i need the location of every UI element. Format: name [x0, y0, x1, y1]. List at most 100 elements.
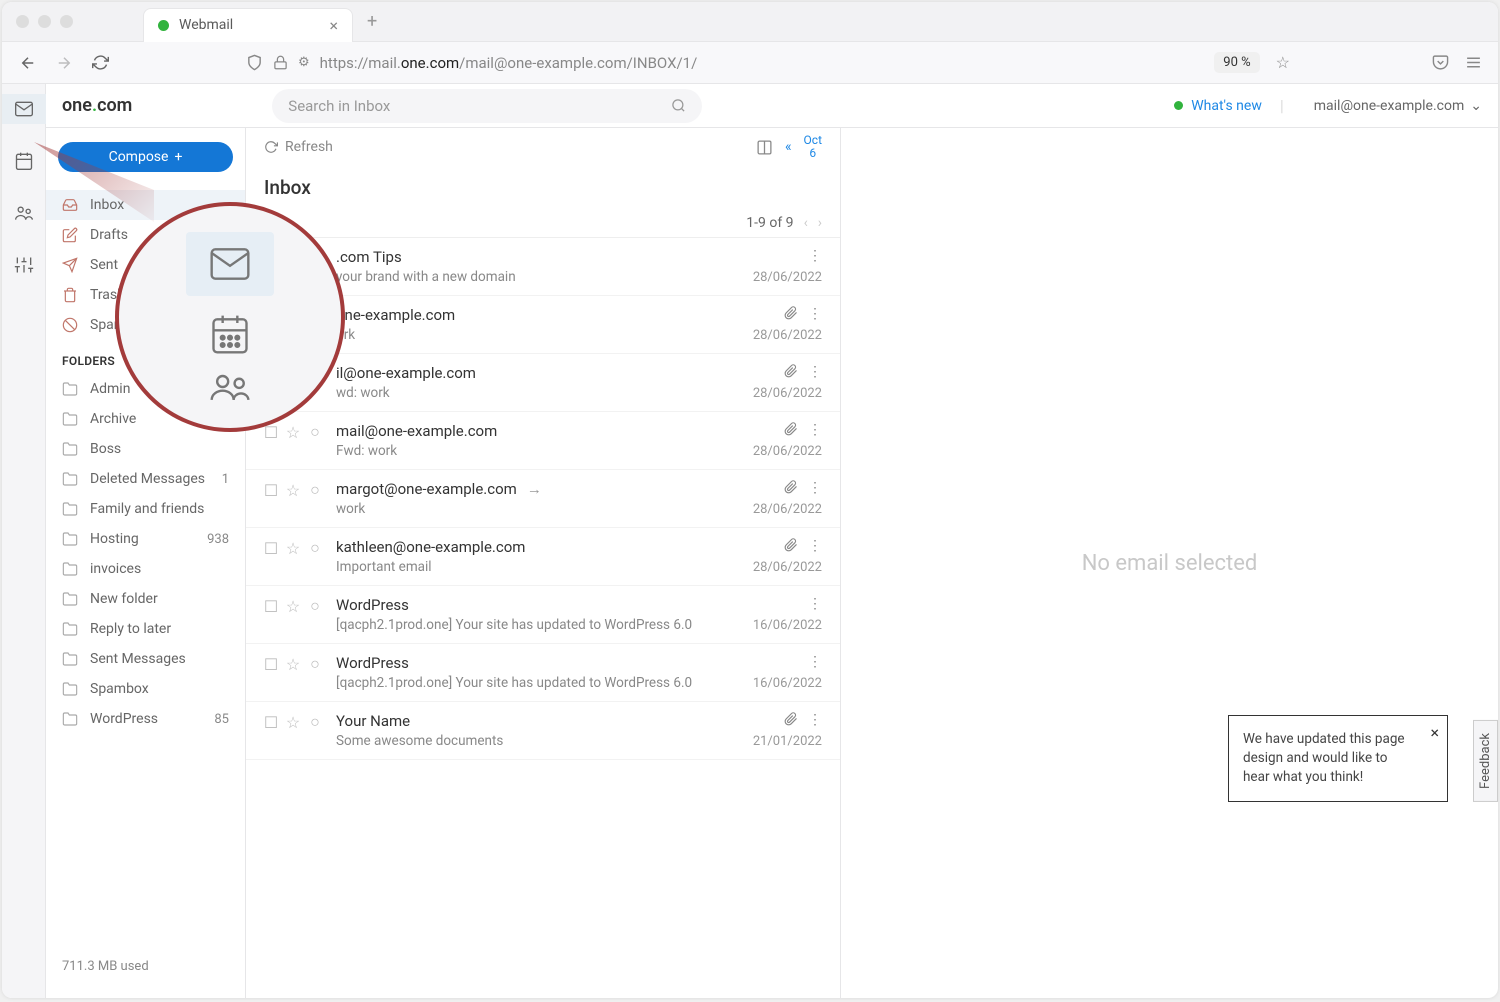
message-date: 21/01/2022	[753, 734, 822, 749]
message-row[interactable]: ☐☆○WordPress[qacph2.1prod.one] Your site…	[246, 644, 840, 702]
traffic-light-max[interactable]	[60, 15, 73, 28]
attachment-icon	[784, 480, 798, 496]
row-more-icon[interactable]: ⋮	[808, 364, 822, 380]
folder-item[interactable]: Hosting938	[46, 524, 245, 554]
message-from: mail@one-example.com	[336, 422, 753, 440]
row-unread-icon[interactable]: ○	[308, 599, 322, 613]
prev-page-button[interactable]: ‹	[804, 215, 808, 231]
trash-icon	[62, 287, 78, 303]
row-more-icon[interactable]: ⋮	[808, 480, 822, 496]
row-star-icon[interactable]: ☆	[286, 599, 300, 613]
message-row[interactable]: ☐☆○WordPress[qacph2.1prod.one] Your site…	[246, 586, 840, 644]
row-unread-icon[interactable]: ○	[308, 483, 322, 497]
folder-item[interactable]: Reply to later	[46, 614, 245, 644]
folder-icon	[62, 711, 78, 727]
row-unread-icon[interactable]: ○	[308, 715, 322, 729]
message-from: il@one-example.com	[336, 364, 753, 382]
traffic-light-close[interactable]	[16, 15, 29, 28]
folder-item[interactable]: Family and friends	[46, 494, 245, 524]
rail-settings-icon[interactable]	[2, 250, 46, 280]
account-menu[interactable]: mail@one-example.com ⌄	[1314, 98, 1482, 114]
row-more-icon[interactable]: ⋮	[808, 248, 822, 264]
row-star-icon[interactable]: ☆	[286, 657, 300, 671]
message-date: 28/06/2022	[753, 444, 822, 459]
logo: one.com	[62, 95, 132, 116]
browser-tab[interactable]: Webmail ×	[143, 8, 353, 42]
magnified-contacts-icon	[208, 372, 252, 402]
traffic-light-min[interactable]	[38, 15, 51, 28]
message-row[interactable]: ☐☆○mail@one-example.comFwd: work⋮28/06/2…	[246, 412, 840, 470]
row-star-icon[interactable]: ☆	[286, 483, 300, 497]
feedback-tab[interactable]: Feedback	[1473, 720, 1498, 802]
folder-icon	[62, 531, 78, 547]
attachment-icon	[784, 712, 798, 728]
folder-item[interactable]: New folder	[46, 584, 245, 614]
folder-item[interactable]: Spambox	[46, 674, 245, 704]
row-checkbox[interactable]: ☐	[264, 657, 278, 671]
message-row[interactable]: ☐☆○kathleen@one-example.comImportant ema…	[246, 528, 840, 586]
reload-button[interactable]	[90, 53, 110, 73]
message-subject: Some awesome documents	[336, 733, 753, 749]
row-checkbox[interactable]: ☐	[264, 483, 278, 497]
search-input[interactable]: Search in Inbox	[272, 89, 702, 123]
shield-icon[interactable]	[246, 54, 263, 71]
row-more-icon[interactable]: ⋮	[808, 422, 822, 438]
new-tab-button[interactable]: +	[367, 11, 377, 32]
pocket-icon[interactable]	[1432, 54, 1449, 71]
lock-icon[interactable]	[273, 55, 288, 70]
folder-item[interactable]: invoices	[46, 554, 245, 584]
message-date: 28/06/2022	[753, 386, 822, 401]
message-from: margot@one-example.com→	[336, 480, 753, 498]
account-label: mail@one-example.com	[1314, 98, 1465, 114]
row-unread-icon[interactable]: ○	[308, 425, 322, 439]
row-more-icon[interactable]: ⋮	[808, 538, 822, 554]
status-dot-icon	[1174, 101, 1183, 110]
zoom-indicator[interactable]: 90 %	[1214, 52, 1259, 73]
attachment-icon	[784, 364, 798, 380]
folder-icon	[62, 501, 78, 517]
row-more-icon[interactable]: ⋮	[808, 712, 822, 728]
row-checkbox[interactable]: ☐	[264, 425, 278, 439]
tab-title: Webmail	[179, 17, 233, 33]
row-star-icon[interactable]: ☆	[286, 541, 300, 555]
spam-icon	[62, 317, 78, 333]
tab-close-icon[interactable]: ×	[329, 16, 338, 35]
address-bar[interactable]: https://mail.one.com/mail@one-example.co…	[320, 54, 698, 72]
bookmark-star-icon[interactable]: ☆	[1276, 53, 1290, 72]
rail-calendar-icon[interactable]	[2, 146, 46, 176]
row-checkbox[interactable]: ☐	[264, 541, 278, 555]
whats-new-link[interactable]: What's new	[1174, 98, 1262, 114]
row-checkbox[interactable]: ☐	[264, 599, 278, 613]
back-button[interactable]	[18, 53, 38, 73]
rail-mail-icon[interactable]	[2, 94, 46, 124]
folder-icon	[62, 471, 78, 487]
refresh-button[interactable]: Refresh	[264, 139, 333, 155]
permissions-icon[interactable]: ⚙	[298, 55, 310, 70]
row-more-icon[interactable]: ⋮	[808, 654, 822, 670]
folder-item[interactable]: Sent Messages	[46, 644, 245, 674]
next-page-button[interactable]: ›	[818, 215, 822, 231]
message-row[interactable]: ☐☆○Your NameSome awesome documents⋮21/01…	[246, 702, 840, 760]
folder-icon	[62, 651, 78, 667]
plus-icon: +	[174, 149, 182, 165]
row-unread-icon[interactable]: ○	[308, 657, 322, 671]
message-date: 28/06/2022	[753, 502, 822, 517]
row-star-icon[interactable]: ☆	[286, 715, 300, 729]
layout-toggle-icon[interactable]	[756, 139, 773, 156]
folder-item[interactable]: Boss	[46, 434, 245, 464]
row-star-icon[interactable]: ☆	[286, 425, 300, 439]
row-more-icon[interactable]: ⋮	[808, 306, 822, 322]
rail-contacts-icon[interactable]	[2, 198, 46, 228]
toast-close-button[interactable]: ×	[1430, 722, 1439, 744]
collapse-icon[interactable]: «	[785, 139, 792, 155]
row-checkbox[interactable]: ☐	[264, 715, 278, 729]
row-more-icon[interactable]: ⋮	[808, 596, 822, 612]
menu-icon[interactable]	[1465, 54, 1482, 71]
folder-item[interactable]: WordPress85	[46, 704, 245, 734]
forward-button[interactable]	[54, 53, 74, 73]
message-row[interactable]: ☐☆○margot@one-example.com→work⋮28/06/202…	[246, 470, 840, 528]
folder-item[interactable]: Deleted Messages1	[46, 464, 245, 494]
row-unread-icon[interactable]: ○	[308, 541, 322, 555]
whats-new-label: What's new	[1191, 98, 1262, 114]
message-from: WordPress	[336, 654, 753, 672]
